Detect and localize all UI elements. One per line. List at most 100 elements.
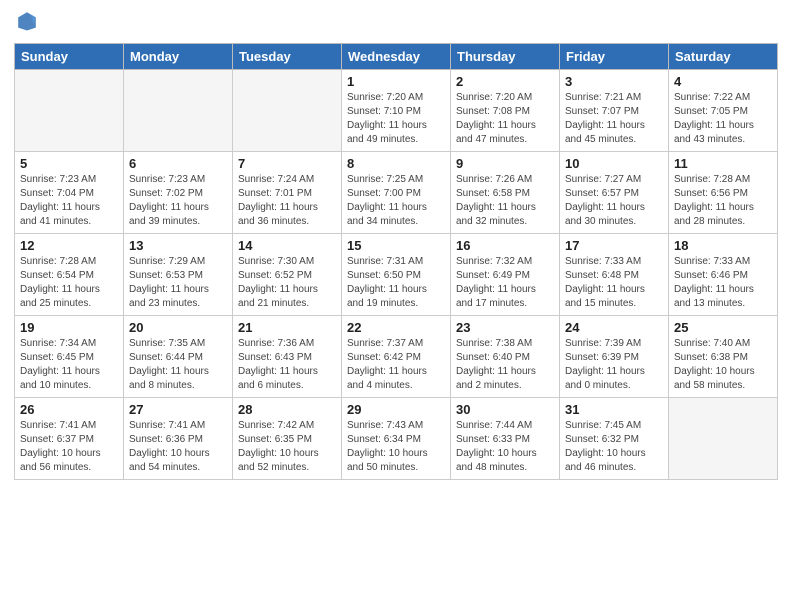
day-info: Sunrise: 7:26 AM Sunset: 6:58 PM Dayligh… [456,173,554,229]
day-number: 11 [674,156,772,171]
logo-icon [16,10,38,32]
day-info: Sunrise: 7:37 AM Sunset: 6:42 PM Dayligh… [347,337,445,393]
calendar-cell [124,70,233,152]
day-info: Sunrise: 7:21 AM Sunset: 7:07 PM Dayligh… [565,91,663,147]
calendar-cell: 17Sunrise: 7:33 AM Sunset: 6:48 PM Dayli… [560,234,669,316]
calendar-cell: 4Sunrise: 7:22 AM Sunset: 7:05 PM Daylig… [669,70,778,152]
day-number: 1 [347,74,445,89]
calendar-cell: 31 Sunrise: 7:45 AM Sunset: 6:32 PM Dayli… [560,398,669,480]
day-number: 16 [456,238,554,253]
calendar-cell: 10Sunrise: 7:27 AM Sunset: 6:57 PM Dayli… [560,152,669,234]
day-info: Sunrise: 7:45 AM Sunset: 6:32 PM Dayligh… [565,419,663,475]
calendar-cell [669,398,778,480]
calendar-cell: 25 Sunrise: 7:40 AM Sunset: 6:38 PM Dayli… [669,316,778,398]
calendar-cell: 13 Sunrise: 7:29 AM Sunset: 6:53 PM Dayli… [124,234,233,316]
calendar-cell: 1 Sunrise: 7:20 AM Sunset: 7:10 PM Daylig… [342,70,451,152]
day-info: Sunrise: 7:42 AM Sunset: 6:35 PM Dayligh… [238,419,336,475]
week-row-3: 12Sunrise: 7:28 AM Sunset: 6:54 PM Dayli… [15,234,778,316]
calendar-cell: 15 Sunrise: 7:31 AM Sunset: 6:50 PM Dayli… [342,234,451,316]
calendar-cell: 16Sunrise: 7:32 AM Sunset: 6:49 PM Dayli… [451,234,560,316]
day-info: Sunrise: 7:38 AM Sunset: 6:40 PM Dayligh… [456,337,554,393]
week-row-4: 19Sunrise: 7:34 AM Sunset: 6:45 PM Dayli… [15,316,778,398]
day-number: 31 [565,402,663,417]
day-info: Sunrise: 7:20 AM Sunset: 7:10 PM Dayligh… [347,91,445,147]
week-row-5: 26 Sunrise: 7:41 AM Sunset: 6:37 PM Dayli… [15,398,778,480]
calendar-cell: 7Sunrise: 7:24 AM Sunset: 7:01 PM Daylig… [233,152,342,234]
calendar-cell: 14 Sunrise: 7:30 AM Sunset: 6:52 PM Dayli… [233,234,342,316]
day-number: 13 [129,238,227,253]
day-info: Sunrise: 7:30 AM Sunset: 6:52 PM Dayligh… [238,255,336,311]
day-info: Sunrise: 7:31 AM Sunset: 6:50 PM Dayligh… [347,255,445,311]
calendar-cell: 8Sunrise: 7:25 AM Sunset: 7:00 PM Daylig… [342,152,451,234]
day-number: 5 [20,156,118,171]
weekday-header-tuesday: Tuesday [233,44,342,70]
calendar-cell [15,70,124,152]
day-number: 30 [456,402,554,417]
calendar-cell: 24 Sunrise: 7:39 AM Sunset: 6:39 PM Dayli… [560,316,669,398]
day-number: 2 [456,74,554,89]
logo [14,10,40,37]
day-info: Sunrise: 7:33 AM Sunset: 6:48 PM Dayligh… [565,255,663,311]
weekday-header-friday: Friday [560,44,669,70]
day-info: Sunrise: 7:23 AM Sunset: 7:02 PM Dayligh… [129,173,227,229]
calendar-cell: 22 Sunrise: 7:37 AM Sunset: 6:42 PM Dayli… [342,316,451,398]
calendar-cell [233,70,342,152]
weekday-header-sunday: Sunday [15,44,124,70]
day-number: 28 [238,402,336,417]
day-number: 26 [20,402,118,417]
day-info: Sunrise: 7:20 AM Sunset: 7:08 PM Dayligh… [456,91,554,147]
day-number: 9 [456,156,554,171]
week-row-1: 1 Sunrise: 7:20 AM Sunset: 7:10 PM Daylig… [15,70,778,152]
day-number: 6 [129,156,227,171]
day-number: 4 [674,74,772,89]
calendar-cell: 12Sunrise: 7:28 AM Sunset: 6:54 PM Dayli… [15,234,124,316]
day-info: Sunrise: 7:44 AM Sunset: 6:33 PM Dayligh… [456,419,554,475]
day-info: Sunrise: 7:34 AM Sunset: 6:45 PM Dayligh… [20,337,118,393]
day-number: 27 [129,402,227,417]
page-container: SundayMondayTuesdayWednesdayThursdayFrid… [0,0,792,490]
day-info: Sunrise: 7:23 AM Sunset: 7:04 PM Dayligh… [20,173,118,229]
calendar-cell: 23 Sunrise: 7:38 AM Sunset: 6:40 PM Dayli… [451,316,560,398]
calendar-cell: 21 Sunrise: 7:36 AM Sunset: 6:43 PM Dayli… [233,316,342,398]
header [14,10,778,37]
calendar-cell: 27 Sunrise: 7:41 AM Sunset: 6:36 PM Dayli… [124,398,233,480]
day-info: Sunrise: 7:41 AM Sunset: 6:36 PM Dayligh… [129,419,227,475]
day-number: 23 [456,320,554,335]
calendar-cell: 18 Sunrise: 7:33 AM Sunset: 6:46 PM Dayli… [669,234,778,316]
day-info: Sunrise: 7:28 AM Sunset: 6:56 PM Dayligh… [674,173,772,229]
day-number: 21 [238,320,336,335]
calendar-cell: 2 Sunrise: 7:20 AM Sunset: 7:08 PM Daylig… [451,70,560,152]
day-info: Sunrise: 7:40 AM Sunset: 6:38 PM Dayligh… [674,337,772,393]
calendar-cell: 5 Sunrise: 7:23 AM Sunset: 7:04 PM Daylig… [15,152,124,234]
day-info: Sunrise: 7:33 AM Sunset: 6:46 PM Dayligh… [674,255,772,311]
day-info: Sunrise: 7:41 AM Sunset: 6:37 PM Dayligh… [20,419,118,475]
week-row-2: 5 Sunrise: 7:23 AM Sunset: 7:04 PM Daylig… [15,152,778,234]
day-number: 25 [674,320,772,335]
day-info: Sunrise: 7:25 AM Sunset: 7:00 PM Dayligh… [347,173,445,229]
day-info: Sunrise: 7:39 AM Sunset: 6:39 PM Dayligh… [565,337,663,393]
weekday-header-monday: Monday [124,44,233,70]
day-info: Sunrise: 7:43 AM Sunset: 6:34 PM Dayligh… [347,419,445,475]
day-number: 12 [20,238,118,253]
calendar-cell: 30 Sunrise: 7:44 AM Sunset: 6:33 PM Dayli… [451,398,560,480]
calendar-cell: 20Sunrise: 7:35 AM Sunset: 6:44 PM Dayli… [124,316,233,398]
calendar-cell: 3 Sunrise: 7:21 AM Sunset: 7:07 PM Daylig… [560,70,669,152]
day-info: Sunrise: 7:36 AM Sunset: 6:43 PM Dayligh… [238,337,336,393]
day-number: 24 [565,320,663,335]
calendar-cell: 9 Sunrise: 7:26 AM Sunset: 6:58 PM Daylig… [451,152,560,234]
weekday-header-row: SundayMondayTuesdayWednesdayThursdayFrid… [15,44,778,70]
day-number: 18 [674,238,772,253]
day-number: 14 [238,238,336,253]
calendar-cell: 29Sunrise: 7:43 AM Sunset: 6:34 PM Dayli… [342,398,451,480]
weekday-header-thursday: Thursday [451,44,560,70]
day-number: 15 [347,238,445,253]
calendar-cell: 19Sunrise: 7:34 AM Sunset: 6:45 PM Dayli… [15,316,124,398]
day-number: 10 [565,156,663,171]
day-info: Sunrise: 7:29 AM Sunset: 6:53 PM Dayligh… [129,255,227,311]
weekday-header-saturday: Saturday [669,44,778,70]
day-number: 22 [347,320,445,335]
calendar-cell: 6 Sunrise: 7:23 AM Sunset: 7:02 PM Daylig… [124,152,233,234]
calendar-cell: 28 Sunrise: 7:42 AM Sunset: 6:35 PM Dayli… [233,398,342,480]
calendar-cell: 26 Sunrise: 7:41 AM Sunset: 6:37 PM Dayli… [15,398,124,480]
day-number: 3 [565,74,663,89]
